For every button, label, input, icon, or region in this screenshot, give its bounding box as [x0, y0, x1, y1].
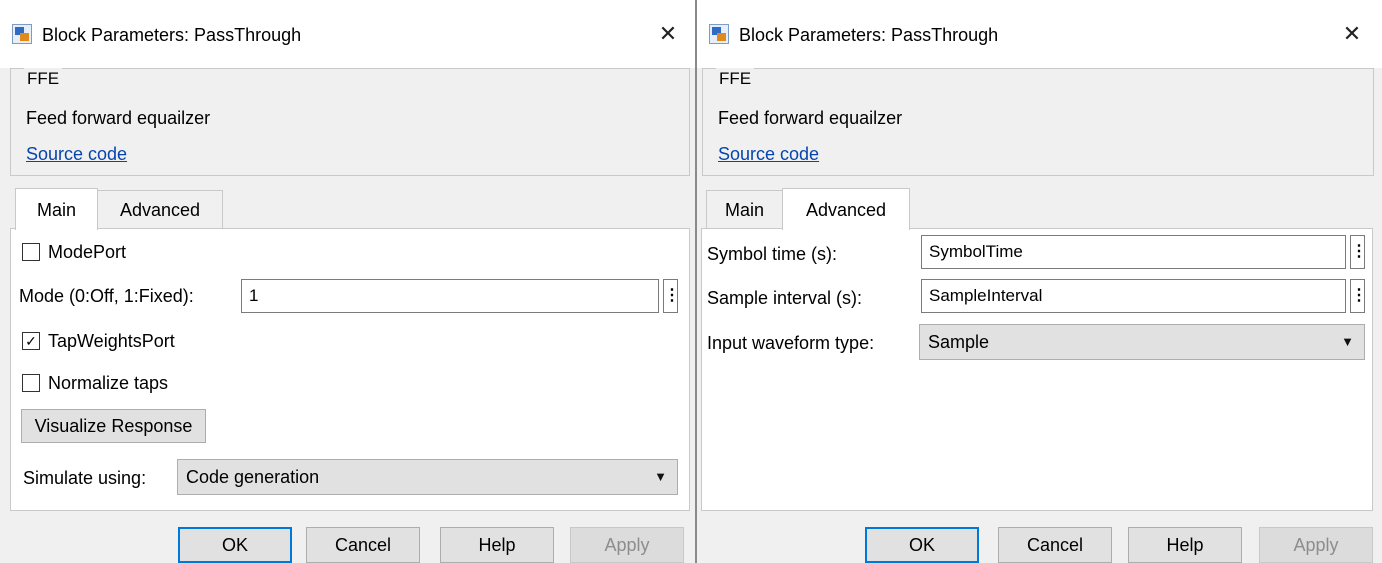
help-button[interactable]: Help — [440, 527, 554, 563]
block-description: Feed forward equailzer — [26, 108, 211, 128]
title-bar: Block Parameters: PassThrough ✕ — [0, 0, 695, 68]
simulate-using-label: Simulate using: — [23, 468, 147, 488]
caret-down-icon: ▼ — [1341, 334, 1354, 349]
tapweightsport-label: TapWeightsPort — [48, 331, 175, 351]
title-bar: Block Parameters: PassThrough ✕ — [697, 0, 1382, 68]
group-title: FFE — [716, 68, 755, 90]
modeport-checkbox[interactable] — [22, 243, 40, 261]
help-button[interactable]: Help — [1128, 527, 1242, 563]
close-icon[interactable]: ✕ — [1335, 18, 1369, 50]
apply-button[interactable]: Apply — [1259, 527, 1373, 563]
description-group: FFE Feed forward equailzer Source code — [10, 68, 690, 176]
group-title: FFE — [24, 68, 63, 90]
caret-down-icon: ▼ — [654, 469, 667, 484]
cancel-button[interactable]: Cancel — [306, 527, 420, 563]
symbol-time-field[interactable]: SymbolTime — [921, 235, 1346, 269]
modeport-label: ModePort — [48, 242, 127, 262]
input-waveform-type-value: Sample — [928, 332, 990, 352]
normalize-taps-checkbox[interactable] — [22, 374, 40, 392]
block-parameters-dialog-advanced: Block Parameters: PassThrough ✕ FFE Feed… — [697, 0, 1382, 563]
simulate-using-value: Code generation — [186, 467, 320, 487]
simulink-block-icon — [12, 24, 32, 44]
sample-interval-field[interactable]: SampleInterval — [921, 279, 1346, 313]
source-code-link[interactable]: Source code — [26, 143, 127, 165]
block-description: Feed forward equailzer — [718, 108, 903, 128]
advanced-tab-panel: Symbol time (s): SymbolTime ⋮ Sample int… — [701, 228, 1373, 511]
tab-main[interactable]: Main — [706, 190, 783, 228]
source-code-link[interactable]: Source code — [718, 143, 819, 165]
close-icon[interactable]: ✕ — [651, 18, 685, 50]
ok-button[interactable]: OK — [865, 527, 979, 563]
visualize-response-button[interactable]: Visualize Response — [21, 409, 206, 443]
simulink-block-icon — [709, 24, 729, 44]
tab-advanced[interactable]: Advanced — [97, 190, 223, 228]
vertical-ellipsis-icon[interactable]: ⋮ — [1350, 279, 1367, 313]
symbol-time-label: Symbol time (s): — [707, 244, 838, 264]
tab-main[interactable]: Main — [15, 188, 98, 230]
input-waveform-type-dropdown[interactable]: Sample ▼ — [919, 324, 1365, 360]
mode-label: Mode (0:Off, 1:Fixed): — [19, 286, 194, 306]
window-title: Block Parameters: PassThrough — [42, 25, 302, 45]
tapweightsport-checkbox[interactable]: ✓ — [22, 332, 40, 350]
cancel-button[interactable]: Cancel — [998, 527, 1112, 563]
ok-button[interactable]: OK — [178, 527, 292, 563]
description-group: FFE Feed forward equailzer Source code — [702, 68, 1374, 176]
simulate-using-dropdown[interactable]: Code generation ▼ — [177, 459, 678, 495]
main-tab-panel: ModePort Mode (0:Off, 1:Fixed): 1 ⋮ ✓ Ta… — [10, 228, 690, 511]
mode-field[interactable]: 1 — [241, 279, 659, 313]
input-waveform-type-label: Input waveform type: — [707, 333, 875, 353]
vertical-ellipsis-icon[interactable]: ⋮ — [663, 279, 680, 313]
tab-advanced[interactable]: Advanced — [782, 188, 910, 230]
apply-button[interactable]: Apply — [570, 527, 684, 563]
block-parameters-dialog-main: Block Parameters: PassThrough ✕ FFE Feed… — [0, 0, 697, 563]
normalize-taps-label: Normalize taps — [48, 373, 169, 393]
sample-interval-label: Sample interval (s): — [707, 288, 863, 308]
window-title: Block Parameters: PassThrough — [739, 25, 999, 45]
vertical-ellipsis-icon[interactable]: ⋮ — [1350, 235, 1367, 269]
